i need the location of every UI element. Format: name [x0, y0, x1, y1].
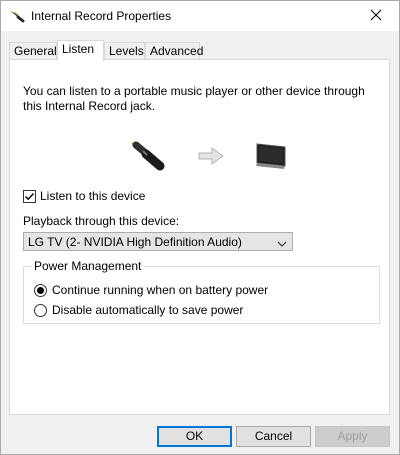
power-option-disable-label: Disable automatically to save power: [52, 303, 244, 317]
listen-description: You can listen to a portable music playe…: [23, 84, 365, 113]
ok-button[interactable]: OK: [157, 426, 232, 447]
chevron-down-icon: [277, 237, 287, 251]
close-icon: [370, 9, 382, 24]
tab-advanced[interactable]: Advanced: [145, 42, 203, 59]
power-option-continue[interactable]: Continue running when on battery power: [34, 283, 268, 297]
tab-listen[interactable]: Listen: [57, 40, 104, 61]
window-title: Internal Record Properties: [31, 9, 172, 23]
listen-panel: You can listen to a portable music playe…: [9, 59, 390, 415]
power-option-disable[interactable]: Disable automatically to save power: [34, 303, 243, 317]
tab-levels[interactable]: Levels: [104, 42, 145, 59]
monitor-icon: [256, 143, 286, 169]
power-management-label: Power Management: [31, 259, 145, 273]
apply-button[interactable]: Apply: [315, 426, 390, 447]
properties-dialog: Internal Record Properties General Liste…: [0, 0, 400, 455]
listen-checkbox-label: Listen to this device: [40, 189, 146, 203]
playback-device-value: LG TV (2- NVIDIA High Definition Audio): [28, 235, 242, 249]
close-button[interactable]: [353, 1, 399, 31]
radio-selected-dot: [37, 286, 44, 294]
arrow-right-icon: [198, 147, 224, 165]
playback-label: Playback through this device:: [23, 214, 180, 228]
power-option-continue-label: Continue running when on battery power: [52, 283, 269, 297]
listen-checkbox-row[interactable]: Listen to this device: [23, 189, 145, 203]
radio-disable[interactable]: [34, 303, 47, 317]
playback-device-select[interactable]: LG TV (2- NVIDIA High Definition Audio): [23, 232, 293, 251]
listen-checkbox[interactable]: [23, 189, 36, 203]
audio-jack-icon: [131, 141, 165, 171]
audio-jack-icon: [9, 8, 25, 24]
checkmark-icon: [25, 192, 35, 200]
title-bar: Internal Record Properties: [1, 1, 399, 31]
cancel-button[interactable]: Cancel: [236, 426, 311, 447]
radio-continue[interactable]: [34, 283, 47, 297]
power-management-group: Power Management Continue running when o…: [23, 259, 380, 324]
tab-general[interactable]: General: [9, 42, 57, 59]
listen-illustration: [130, 139, 290, 173]
